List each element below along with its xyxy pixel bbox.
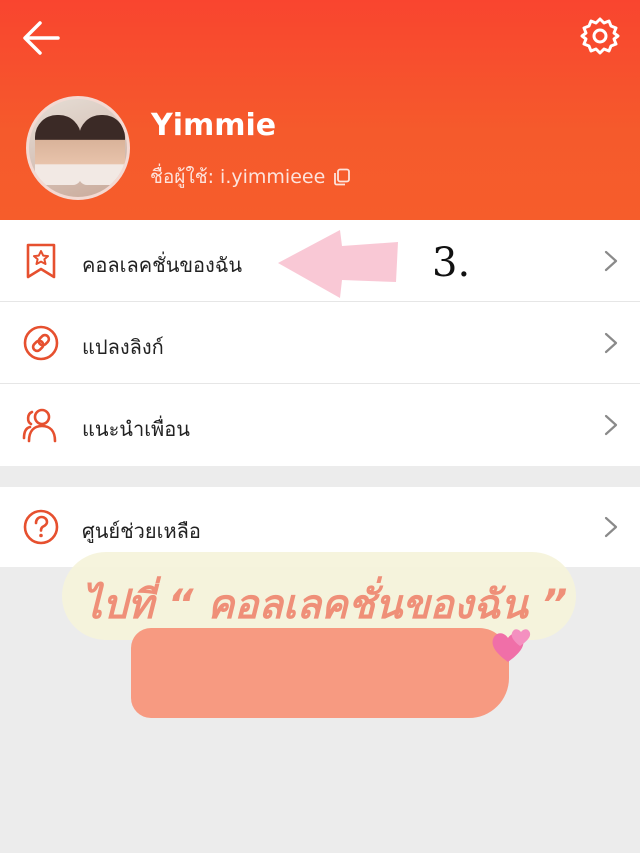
handle-text: ชื่อผู้ใช้: i.yimmieee [150,166,326,188]
gear-icon[interactable] [578,14,622,58]
profile-handle: ชื่อผู้ใช้: i.yimmieee [150,162,351,192]
users-icon [22,408,57,443]
bookmark-star-icon [26,243,56,279]
question-circle-icon [23,509,59,545]
annotation-highlight-block [131,628,509,718]
chevron-right-icon [604,414,618,436]
menu-item-label: แนะนำเพื่อน [82,417,190,441]
avatar-photo-person [79,115,125,185]
annotation-arrow [278,230,398,298]
profile-header: Yimmie ชื่อผู้ใช้: i.yimmieee [0,0,640,220]
annotation-step-number: 3. [432,240,471,286]
copy-icon[interactable] [333,168,351,186]
menu-item-convert-link[interactable]: แปลงลิงก์ [0,302,640,384]
chevron-right-icon [604,332,618,354]
profile-username: Yimmie [151,108,277,143]
link-icon [23,325,59,361]
hearts-icon [492,629,531,662]
avatar[interactable] [26,96,130,200]
menu-item-label: ศูนย์ช่วยเหลือ [82,519,201,543]
chevron-right-icon [604,516,618,538]
avatar-photo-person [35,115,81,185]
arrow-left-icon[interactable] [18,18,64,58]
menu-item-label: คอลเลคชั่นของฉัน [82,253,243,277]
menu-item-label: แปลงลิงก์ [82,335,164,359]
chevron-right-icon [604,250,618,272]
menu-item-refer-friend[interactable]: แนะนำเพื่อน [0,384,640,466]
